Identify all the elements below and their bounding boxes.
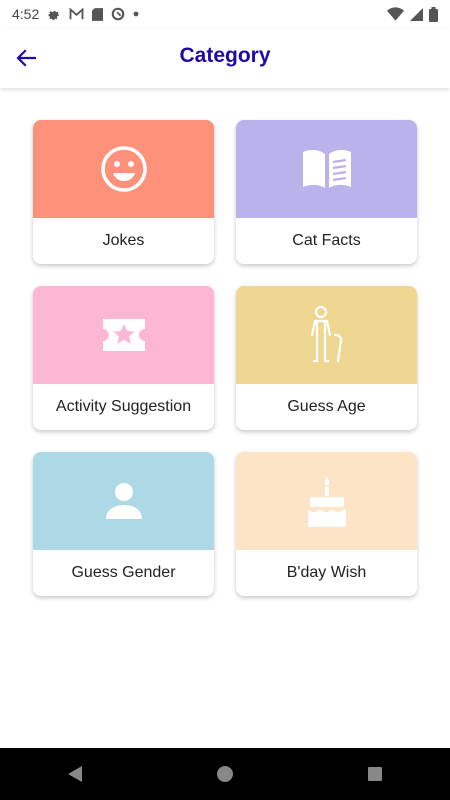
card-label: Guess Age [287, 398, 366, 415]
elderly-person-icon [310, 305, 342, 363]
signal-icon [410, 7, 423, 21]
card-icon-area [236, 452, 417, 550]
status-time: 4:52 [12, 6, 40, 22]
app-bar: Category [0, 28, 450, 88]
category-card-jokes[interactable]: Jokes [33, 120, 214, 264]
settings-gear-icon [48, 10, 60, 21]
card-label: Jokes [102, 232, 145, 249]
card-icon-area [236, 120, 417, 218]
category-card-guess-gender[interactable]: Guess Gender [33, 452, 214, 596]
card-label: Cat Facts [292, 232, 361, 249]
nav-home-button[interactable] [205, 754, 245, 794]
home-circle-icon [217, 766, 233, 782]
smiley-face-icon [100, 146, 147, 192]
card-label: B'day Wish [286, 564, 367, 581]
nav-recents-button[interactable] [355, 754, 395, 794]
category-card-cat-facts[interactable]: Cat Facts [236, 120, 417, 264]
birthday-cake-icon [307, 477, 346, 527]
card-icon-area [33, 120, 214, 218]
status-right [387, 6, 438, 22]
nav-back-button[interactable] [55, 754, 95, 794]
status-bar: 4:52 [0, 0, 450, 28]
card-icon-area [33, 286, 214, 384]
card-icon-area [236, 286, 417, 384]
back-triangle-icon [68, 766, 82, 782]
system-nav-bar [0, 748, 450, 800]
open-book-icon [302, 149, 351, 188]
sd-card-icon [92, 7, 104, 21]
ticket-star-icon [102, 319, 145, 351]
person-icon [105, 483, 142, 519]
dot-icon [133, 11, 139, 17]
gmail-icon [69, 8, 84, 20]
card-label: Activity Suggestion [55, 398, 192, 415]
wifi-icon [387, 7, 404, 21]
category-card-bday-wish[interactable]: B'day Wish [236, 452, 417, 596]
recents-square-icon [368, 767, 382, 781]
page-title: Category [179, 44, 271, 67]
battery-icon [429, 6, 438, 22]
category-card-activity-suggestion[interactable]: Activity Suggestion [33, 286, 214, 430]
card-label: Guess Gender [71, 564, 176, 581]
status-left: 4:52 [12, 6, 139, 22]
category-card-guess-age[interactable]: Guess Age [236, 286, 417, 430]
card-icon-area [33, 452, 214, 550]
sync-circle-icon [111, 7, 125, 21]
